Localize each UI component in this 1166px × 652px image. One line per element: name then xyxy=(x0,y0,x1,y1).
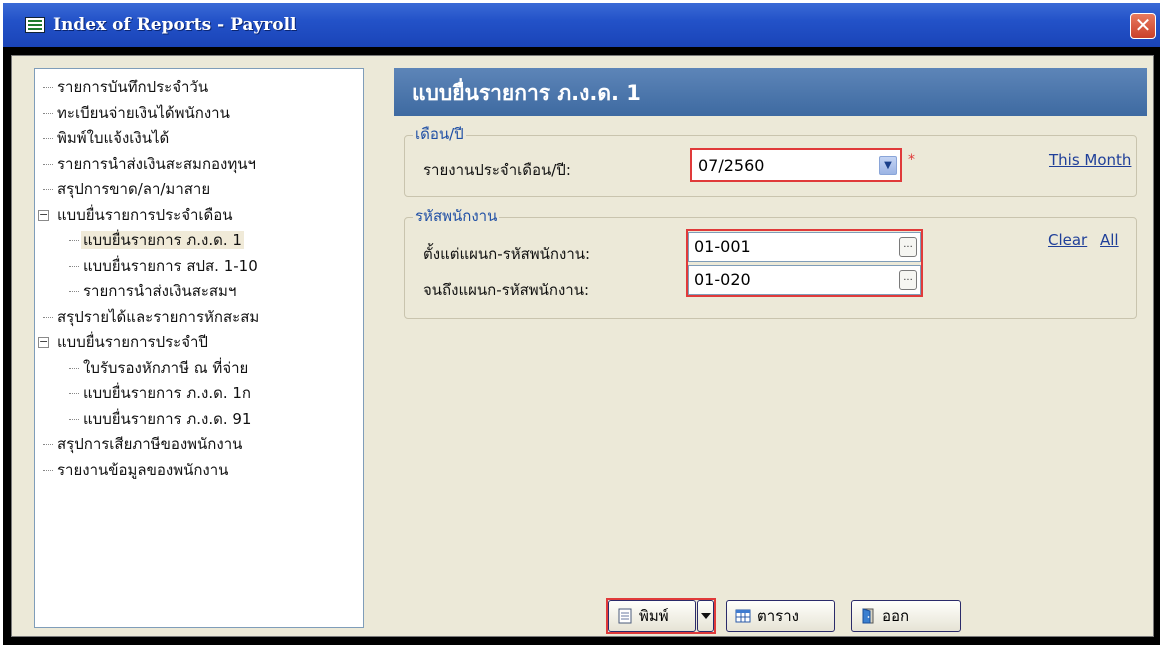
to-employee-field[interactable]: 01-020 ... xyxy=(688,265,921,295)
table-label: ตาราง xyxy=(757,607,799,625)
tree-item[interactable]: สรุปการเสียภาษีของพนักงาน xyxy=(35,432,363,458)
tree-item[interactable]: รายการนำส่งเงินสะสมกองทุนฯ xyxy=(35,152,363,178)
tree-item[interactable]: แบบยื่นรายการ ภ.ง.ด. 91 xyxy=(35,407,363,433)
ellipsis-icon[interactable]: ... xyxy=(899,270,917,290)
tree-item-yearly-forms[interactable]: − แบบยื่นรายการประจำปี xyxy=(35,330,363,356)
chevron-down-icon[interactable]: ▼ xyxy=(879,156,897,175)
tree-item[interactable]: พิมพ์ใบแจ้งเงินได้ xyxy=(35,126,363,152)
exit-door-icon xyxy=(862,608,874,624)
print-button[interactable]: พิมพ์ xyxy=(608,600,696,632)
tree-item[interactable]: สรุปการขาด/ลา/มาสาย xyxy=(35,177,363,203)
document-icon xyxy=(618,608,632,624)
group-legend: เดือน/ปี xyxy=(413,125,466,143)
tree-item[interactable]: รายการบันทึกประจำวัน xyxy=(35,75,363,101)
month-year-group: เดือน/ปี รายงานประจำเดือน/ปี: 07/2560 ▼ … xyxy=(404,125,1137,197)
employee-range-box: 01-001 ... 01-020 ... xyxy=(686,229,923,297)
table-button[interactable]: ตาราง xyxy=(726,600,835,632)
report-tree[interactable]: รายการบันทึกประจำวัน ทะเบียนจ่ายเงินได้พ… xyxy=(34,68,364,628)
month-year-value: 07/2560 xyxy=(698,156,765,175)
tree-item[interactable]: ทะเบียนจ่ายเงินได้พนักงาน xyxy=(35,101,363,127)
window-app-icon xyxy=(25,17,45,33)
exit-label: ออก xyxy=(882,607,910,625)
ellipsis-icon[interactable]: ... xyxy=(899,237,917,257)
panel-title: แบบยื่นรายการ ภ.ง.ด. 1 xyxy=(394,68,1147,116)
tree-item-monthly-forms[interactable]: − แบบยื่นรายการประจำเดือน xyxy=(35,203,363,229)
window-title: Index of Reports - Payroll xyxy=(53,15,297,35)
tree-item[interactable]: แบบยื่นรายการ สปส. 1-10 xyxy=(35,254,363,280)
exit-button[interactable]: ออก xyxy=(851,600,961,632)
tree-item[interactable]: ใบรับรองหักภาษี ณ ที่จ่าย xyxy=(35,356,363,382)
report-window: Index of Reports - Payroll ✕ รายการบันทึ… xyxy=(3,3,1160,645)
all-link[interactable]: All xyxy=(1100,231,1119,249)
table-icon xyxy=(735,609,751,623)
collapse-icon[interactable]: − xyxy=(38,209,49,221)
from-employee-field[interactable]: 01-001 ... xyxy=(688,232,921,262)
close-button[interactable]: ✕ xyxy=(1130,13,1156,39)
title-bar[interactable]: Index of Reports - Payroll ✕ xyxy=(3,3,1160,49)
from-employee-label: ตั้งแต่แผนก-รหัสพนักงาน: xyxy=(423,245,591,263)
tree-item[interactable]: สรุปรายได้และรายการหักสะสม xyxy=(35,305,363,331)
clear-link[interactable]: Clear xyxy=(1048,231,1087,249)
tree-item[interactable]: รายการนำส่งเงินสะสมฯ xyxy=(35,279,363,305)
print-button-group: พิมพ์ xyxy=(606,598,716,634)
to-employee-label: จนถึงแผนก-รหัสพนักงาน: xyxy=(423,281,590,299)
employee-code-group: รหัสพนักงาน ตั้งแต่แผนก-รหัสพนักงาน: จนถ… xyxy=(404,207,1137,319)
tree-item[interactable]: แบบยื่นรายการ ภ.ง.ด. 1ก xyxy=(35,381,363,407)
required-marker: * xyxy=(908,152,915,168)
month-year-select[interactable]: 07/2560 ▼ xyxy=(690,148,902,182)
chevron-down-icon xyxy=(701,613,711,619)
this-month-link[interactable]: This Month xyxy=(1049,151,1131,169)
collapse-icon[interactable]: − xyxy=(38,336,49,348)
month-year-label: รายงานประจำเดือน/ปี: xyxy=(423,161,571,179)
window-body: รายการบันทึกประจำวัน ทะเบียนจ่ายเงินได้พ… xyxy=(11,55,1154,637)
group-legend: รหัสพนักงาน xyxy=(413,207,500,225)
print-dropdown-button[interactable] xyxy=(697,600,714,632)
print-label: พิมพ์ xyxy=(639,607,669,625)
tree-item-pnd1-selected[interactable]: แบบยื่นรายการ ภ.ง.ด. 1 xyxy=(35,228,363,254)
report-panel: แบบยื่นรายการ ภ.ง.ด. 1 เดือน/ปี รายงานปร… xyxy=(394,68,1147,634)
tree-item[interactable]: รายงานข้อมูลของพนักงาน xyxy=(35,458,363,484)
